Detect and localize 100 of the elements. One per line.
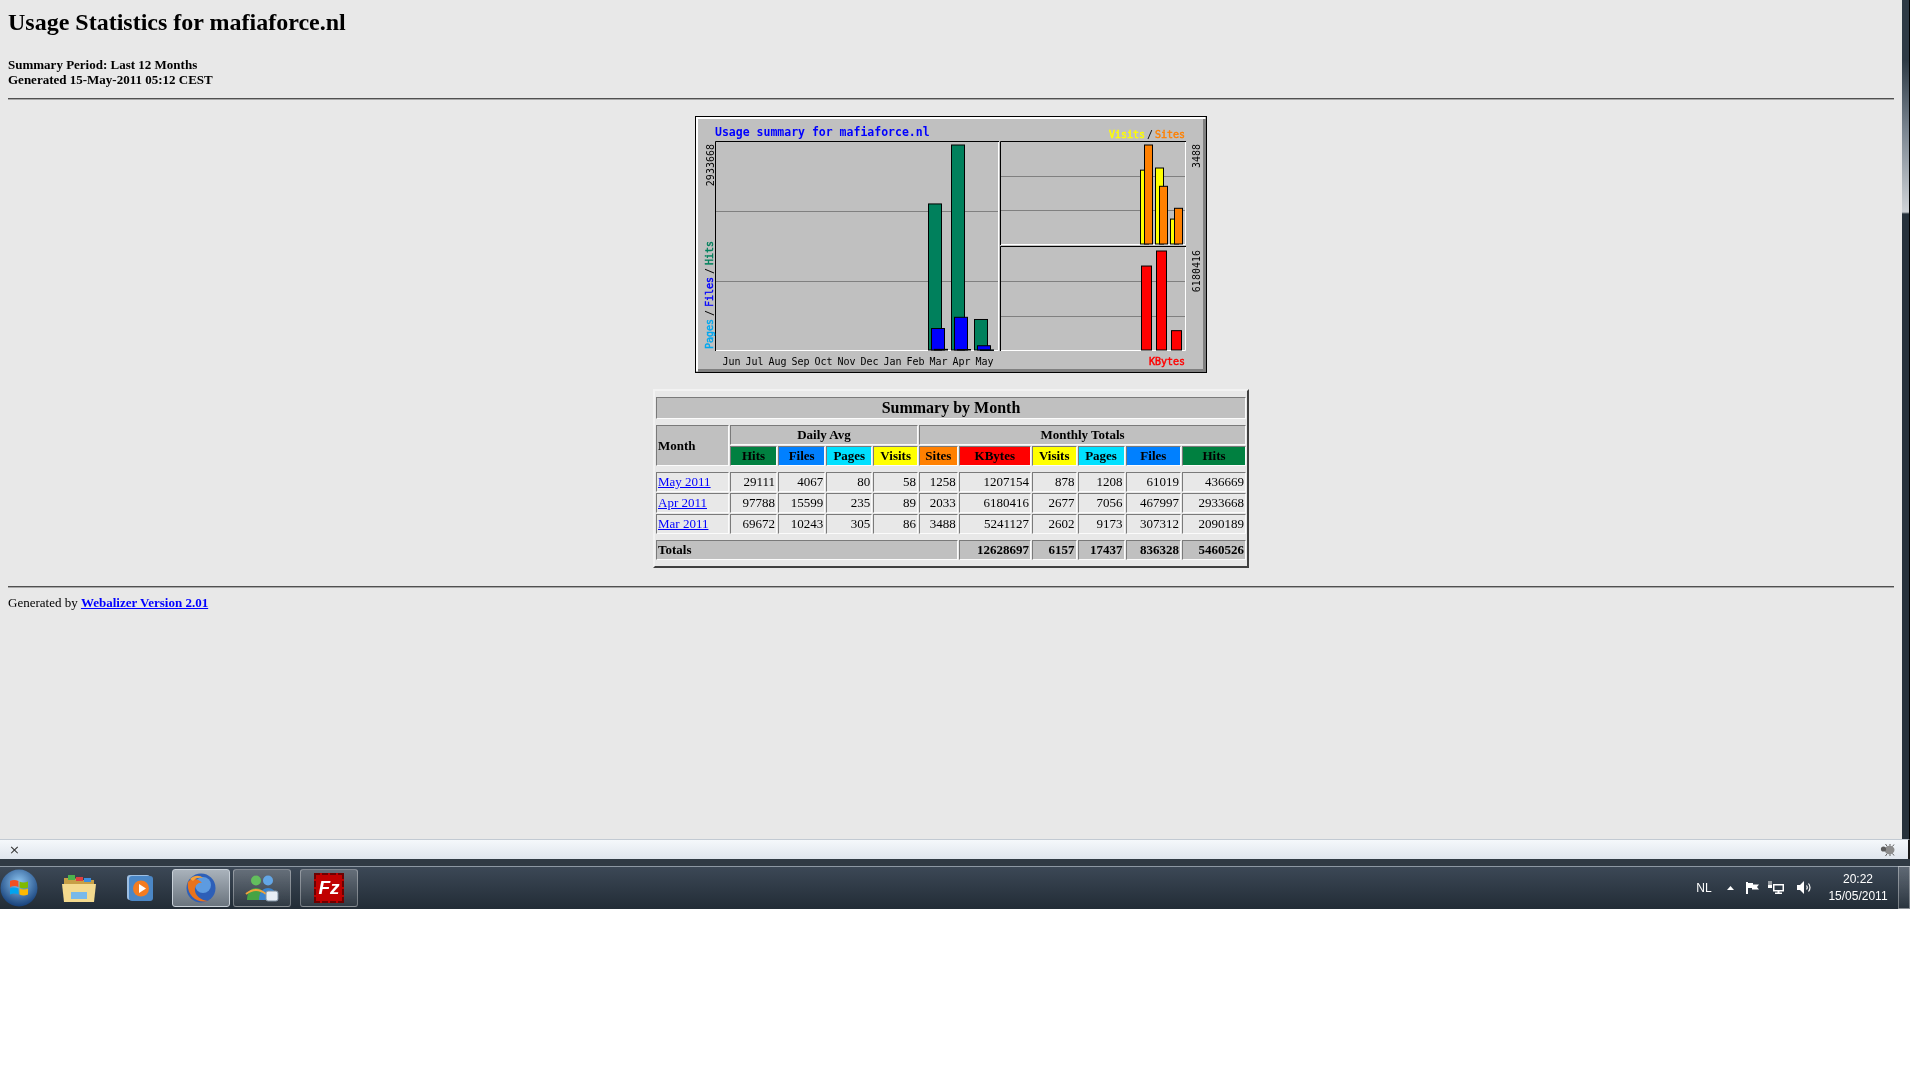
speaker-icon[interactable] (1797, 881, 1812, 894)
legend-separator: / (1147, 129, 1154, 140)
table-cell: 2090189 (1182, 514, 1246, 534)
table-cell: 29111 (730, 472, 778, 492)
play-icon (127, 874, 153, 901)
page-title: Usage Statistics for mafiaforce.nl (8, 8, 346, 36)
table-cell: 10243 (778, 514, 826, 534)
month-label: Apr (952, 356, 971, 367)
column-header: Visits (873, 446, 918, 466)
table-cell: 2602 (1031, 514, 1077, 534)
legend-label: Hits (704, 240, 715, 265)
close-button[interactable]: × (7, 842, 22, 857)
table-cell: 1208 (1077, 472, 1125, 492)
legend-label: Pages (704, 318, 715, 349)
column-header: Files (778, 446, 826, 466)
legend-separator: / (704, 309, 715, 316)
month-label: Jan (883, 356, 902, 367)
app-logo: Fz (314, 872, 344, 903)
month-label: Jun (722, 356, 741, 367)
table-cell: 5460526 (1182, 540, 1246, 560)
table-cell: 5241127 (958, 514, 1031, 534)
month-label: Sep (791, 356, 810, 367)
table-title: Summary by Month (656, 397, 1246, 419)
legend-separator: / (704, 267, 715, 274)
table-cell: 307312 (1125, 514, 1182, 534)
month-label: May (975, 356, 994, 367)
month-link[interactable]: Apr 2011 (658, 495, 707, 510)
table-cell: 69672 (730, 514, 778, 534)
table-cell: 97788 (730, 493, 778, 513)
generated-by-text: Generated by Webalizer Version 2.01 (8, 595, 209, 610)
scale-label: 6180416 (1191, 250, 1202, 293)
column-header: Pages (826, 446, 873, 466)
summary-period-text: Summary Period: Last 12 Months (8, 57, 198, 72)
column-header: KBytes (958, 446, 1031, 466)
totals-label: Totals (656, 540, 958, 560)
legend-label: Visits (1109, 129, 1146, 140)
month-label: Jul (745, 356, 764, 367)
start-button[interactable] (0, 868, 38, 907)
column-header: Hits (1182, 446, 1246, 466)
webalizer-link[interactable]: Webalizer Version 2.01 (80, 595, 209, 610)
month-link[interactable]: May 2011 (658, 474, 711, 489)
table-cell: 17437 (1077, 540, 1125, 560)
table-cell: 467997 (1125, 493, 1182, 513)
table-cell: 12628697 (958, 540, 1031, 560)
table-cell: 61019 (1125, 472, 1182, 492)
people-icon (245, 873, 279, 902)
table-cell: 305 (826, 514, 873, 534)
flag-icon[interactable] (1746, 881, 1759, 894)
table-cell: 89 (873, 493, 918, 513)
legend-label: Files (704, 276, 715, 307)
folder-icon (62, 873, 96, 902)
bug-icon[interactable] (1880, 843, 1896, 856)
month-label: Nov (837, 356, 856, 367)
caret-up-icon[interactable] (1727, 885, 1734, 890)
table-cell: 836328 (1125, 540, 1182, 560)
table-cell: 1207154 (958, 472, 1031, 492)
table-cell: 1258 (918, 472, 958, 492)
clock[interactable]: 20:22 15/05/2011 (1822, 870, 1894, 905)
table-cell: 2677 (1031, 493, 1077, 513)
table-cell: 6157 (1031, 540, 1077, 560)
column-header: Month (656, 425, 730, 466)
table-cell: 6180416 (958, 493, 1031, 513)
month-label: Oct (814, 356, 833, 367)
month-label: Aug (768, 356, 787, 367)
graph-title: Usage summary for mafiaforce.nl (715, 124, 930, 139)
table-cell: 9173 (1077, 514, 1125, 534)
scale-label: 2933668 (705, 144, 716, 187)
table-cell: 436669 (1182, 472, 1246, 492)
column-header: Sites (918, 446, 958, 466)
generated-date-text: Generated 15-May-2011 05:12 CEST (8, 72, 213, 87)
scale-label: 3488 (1191, 144, 1202, 169)
table-cell: 58 (873, 472, 918, 492)
show-desktop-button[interactable] (1898, 866, 1910, 909)
column-group-header: Monthly Totals (918, 425, 1246, 445)
table-cell: 7056 (1077, 493, 1125, 513)
column-group-header: Daily Avg (730, 425, 918, 445)
column-header: Files (1125, 446, 1182, 466)
column-header: Hits (730, 446, 778, 466)
table-cell: 3488 (918, 514, 958, 534)
column-header: Pages (1077, 446, 1125, 466)
table-cell: 2933668 (1182, 493, 1246, 513)
language-indicator[interactable]: NL (1692, 880, 1716, 895)
taskbar-button[interactable]: Fz (300, 868, 358, 907)
monitor-icon[interactable] (1768, 881, 1784, 894)
table-cell: 2033 (918, 493, 958, 513)
taskbar-button[interactable] (172, 868, 230, 907)
legend-label: Sites (1155, 129, 1186, 140)
table-cell: 15599 (778, 493, 826, 513)
month-label: Dec (860, 356, 879, 367)
legend-label: KBytes (1149, 356, 1186, 367)
month-link[interactable]: Mar 2011 (658, 516, 709, 531)
table-cell: 235 (826, 493, 873, 513)
column-header: Visits (1031, 446, 1077, 466)
month-label: Feb (906, 356, 925, 367)
month-label: Mar (929, 356, 948, 367)
table-cell: 4067 (778, 472, 826, 492)
globe-icon (186, 872, 216, 903)
table-cell: 86 (873, 514, 918, 534)
table-cell: 878 (1031, 472, 1077, 492)
table-cell: 80 (826, 472, 873, 492)
